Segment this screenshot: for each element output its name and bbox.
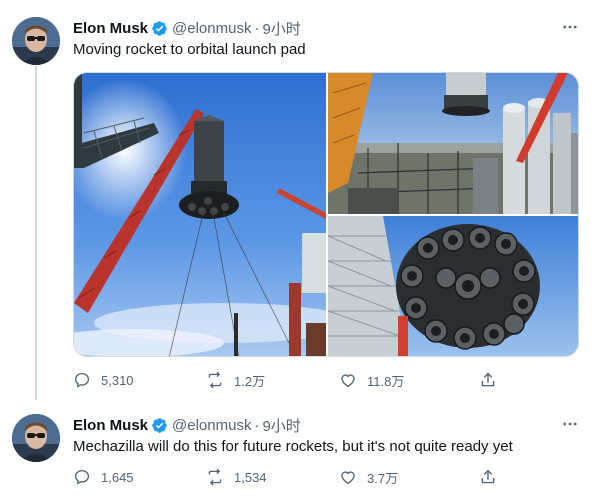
share-icon (481, 469, 495, 484)
timestamp[interactable]: 9小时 (262, 415, 300, 436)
author-handle[interactable]: @elonmusk (172, 20, 251, 37)
more-options-icon[interactable] (559, 18, 581, 36)
separator-dot: · (254, 19, 260, 37)
reply-count: 5,310 (101, 372, 134, 388)
like-count: 11.8万 (367, 373, 405, 389)
share-button[interactable] (479, 371, 497, 389)
reply-count: 1,645 (101, 469, 134, 485)
retweet-button[interactable]: 1,534 (206, 468, 267, 486)
avatar[interactable] (12, 17, 60, 65)
share-icon (481, 372, 495, 387)
reply-button[interactable]: 5,310 (73, 371, 134, 389)
retweet-button[interactable]: 1.2万 (206, 371, 265, 390)
like-count: 3.7万 (367, 470, 399, 486)
verified-badge-icon (151, 20, 168, 37)
reply-button[interactable]: 1,645 (73, 468, 134, 486)
author-name[interactable]: Elon Musk (73, 20, 148, 37)
reply-icon (74, 469, 90, 485)
retweet-icon (208, 468, 222, 486)
tweet-header: Elon Musk @elonmusk · 9小时 (73, 18, 301, 38)
tweet-text: Moving rocket to orbital launch pad (73, 41, 306, 58)
avatar[interactable] (12, 414, 60, 462)
retweet-count: 1,534 (234, 469, 267, 485)
separator-dot: · (254, 416, 260, 434)
heart-icon (341, 471, 355, 485)
author-handle[interactable]: @elonmusk (172, 417, 251, 434)
heart-icon (341, 374, 355, 388)
verified-badge-icon (151, 417, 168, 434)
timestamp[interactable]: 9小时 (262, 18, 300, 39)
media-grid (73, 72, 579, 357)
reply-icon (74, 372, 90, 388)
tweet-text: Mechazilla will do this for future rocke… (73, 438, 513, 455)
tweet[interactable]: Elon Musk @elonmusk · 9小时 Mechazilla wil… (0, 402, 595, 497)
tweet[interactable]: Elon Musk @elonmusk · 9小时 Moving rocket … (0, 0, 595, 400)
photo-engine-cluster[interactable] (328, 216, 578, 356)
photo-rocket-crane[interactable] (74, 73, 326, 356)
like-button[interactable]: 11.8万 (339, 371, 404, 390)
share-button[interactable] (479, 468, 497, 486)
like-button[interactable]: 3.7万 (339, 468, 398, 487)
retweet-count: 1.2万 (234, 373, 266, 389)
retweet-icon (208, 371, 222, 389)
more-options-icon[interactable] (559, 415, 581, 433)
photo-launch-site[interactable] (328, 73, 578, 214)
tweet-header: Elon Musk @elonmusk · 9小时 (73, 415, 301, 435)
author-name[interactable]: Elon Musk (73, 417, 148, 434)
